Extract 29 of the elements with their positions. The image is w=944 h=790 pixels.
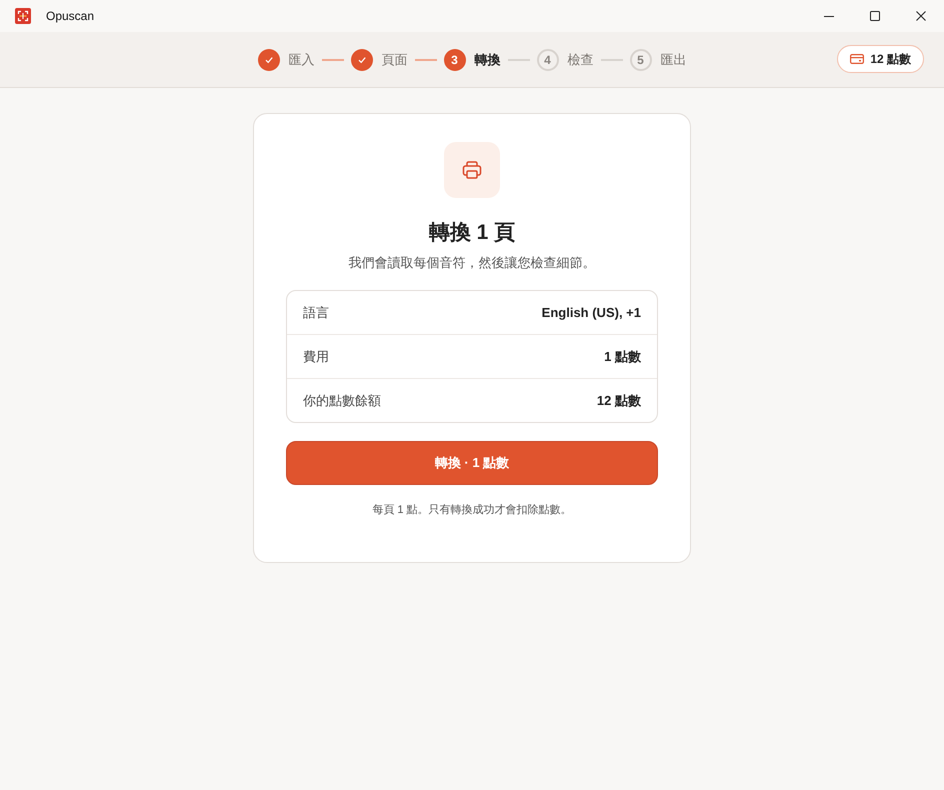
detail-value: English (US), +1	[542, 305, 641, 320]
step-connector	[322, 58, 344, 60]
detail-label: 語言	[303, 304, 329, 322]
printer-icon	[444, 142, 500, 198]
step-label[interactable]: 匯入	[288, 50, 314, 68]
window-title: Opuscan	[46, 9, 94, 23]
detail-label: 費用	[303, 348, 329, 366]
detail-value: 12 點數	[596, 392, 641, 410]
app-logo-icon	[15, 8, 31, 24]
step-label[interactable]: 匯出	[660, 50, 686, 68]
card-title: 轉換 1 頁	[428, 220, 516, 246]
step-check-icon[interactable]	[258, 48, 280, 70]
step-label[interactable]: 檢查	[568, 50, 594, 68]
convert-button[interactable]: 轉換 · 1 點數	[286, 441, 658, 485]
step-label[interactable]: 轉換	[474, 50, 500, 68]
step-number[interactable]: 3	[444, 48, 466, 70]
credit-card-icon	[850, 54, 864, 64]
credit-note: 每頁 1 點。只有轉換成功才會扣除點數。	[372, 503, 572, 517]
step-number[interactable]: 4	[536, 48, 558, 70]
maximize-icon	[870, 11, 880, 21]
step-connector	[414, 58, 436, 60]
step-number[interactable]: 5	[630, 48, 652, 70]
close-icon	[916, 11, 926, 21]
card-subtitle: 我們會讀取每個音符，然後讓您檢查細節。	[348, 254, 596, 272]
step-label[interactable]: 頁面	[382, 50, 408, 68]
detail-label: 你的點數餘額	[303, 392, 381, 410]
credits-badge[interactable]: 12 點數	[837, 45, 924, 73]
step-check-icon[interactable]	[350, 48, 372, 70]
detail-value: 1 點數	[604, 348, 641, 366]
